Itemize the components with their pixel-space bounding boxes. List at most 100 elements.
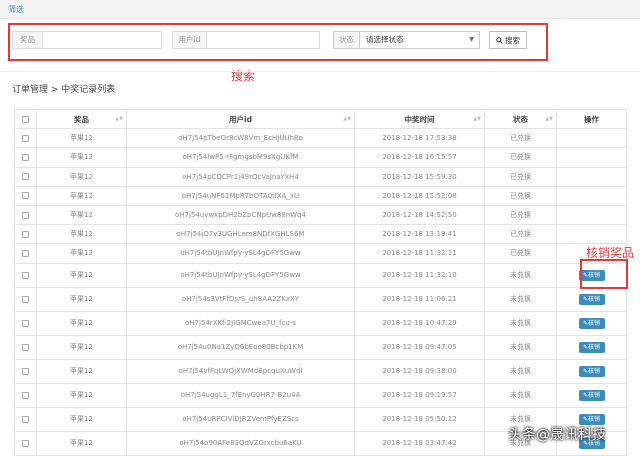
search-icon [496, 36, 503, 44]
table-row: 苹果12 oH7j54uNF61MpR7bOTA0tlXA_xU 2018-12-1… [14, 185, 627, 206]
time-cell: 2018-12-18 15:59:30 [354, 166, 485, 187]
row-select-cell[interactable] [14, 334, 37, 360]
prize-cell: 苹果12 [36, 185, 127, 206]
filter-panel: 奖品 用户id 状态 请选择状态 ▼ 搜索 [0, 19, 640, 71]
verify-button[interactable]: ✎核销 [578, 317, 605, 329]
action-cell: ✎核销 [556, 286, 627, 312]
user-id-cell: oH7j54vfFqLWQjXWMd8pcquXuWdl [126, 358, 355, 384]
row-select-cell[interactable] [14, 358, 37, 384]
verify-button[interactable]: ✎核销 [578, 341, 605, 353]
row-select-cell[interactable] [14, 128, 37, 149]
verify-button[interactable]: ✎核销 [578, 269, 605, 281]
prize-cell: 苹果12 [36, 224, 127, 245]
time-cell: 2018-12-18 11:32:11 [354, 243, 485, 264]
action-cell [556, 185, 627, 206]
verify-button[interactable]: ✎核销 [578, 365, 605, 377]
table-row: 苹果12 oH7j54rXKf-2JIGMCwea7U_fcu-s 2018-12-… [14, 310, 627, 336]
row-select-cell[interactable] [14, 262, 37, 288]
prize-label: 奖品 [13, 32, 43, 48]
row-checkbox[interactable] [22, 415, 29, 423]
action-cell [556, 128, 627, 149]
row-checkbox[interactable] [22, 271, 29, 279]
sort-icon: ▲▼ [343, 116, 351, 122]
time-cell: 2018-12-18 05:50:12 [354, 406, 485, 432]
row-checkbox[interactable] [22, 230, 29, 238]
prize-cell: 苹果12 [36, 166, 127, 187]
row-checkbox[interactable] [22, 153, 29, 161]
row-checkbox[interactable] [22, 391, 29, 399]
row-checkbox[interactable] [22, 295, 29, 303]
divider [0, 71, 640, 72]
records-table: 奖品 ▲▼ 用户id ▲▼ 中奖时间 ▲▼ 状态 ▲▼ 操作 苹果12 oH7j54pTb… [14, 108, 627, 456]
row-checkbox[interactable] [22, 319, 29, 327]
table-row: 苹果12 oH7j54tbUJnWfpy-ySL4gDFY5Gww 2018-12-… [14, 243, 627, 264]
user-id-input[interactable] [211, 32, 317, 48]
row-select-cell[interactable] [14, 166, 37, 187]
table-row: 苹果12 oH7j54vfFqLWQjXWMd8pcquXuWdl 2018-12-… [14, 358, 627, 384]
row-select-cell[interactable] [14, 406, 37, 432]
action-cell: ✎核销 [556, 262, 627, 288]
select-all-checkbox[interactable] [22, 116, 29, 124]
prize-cell: 苹果12 [36, 128, 127, 149]
header-select[interactable] [14, 108, 37, 130]
row-select-cell[interactable] [14, 147, 37, 168]
status-cell: 已兑换 [484, 224, 557, 245]
row-checkbox[interactable] [22, 343, 29, 351]
header-prize[interactable]: 奖品 ▲▼ [36, 108, 127, 130]
row-checkbox[interactable] [22, 173, 29, 181]
row-checkbox[interactable] [22, 249, 29, 257]
status-cell: 未兑换 [484, 286, 557, 312]
header-status[interactable]: 状态 ▲▼ [484, 108, 557, 130]
user-id-field[interactable]: 用户id [172, 31, 320, 49]
prize-field[interactable]: 奖品 [12, 31, 162, 49]
status-label: 状态 [334, 32, 360, 48]
table-row: 苹果12 oH7j54u0Na1ZyQ6bEoo80Bcbp1KM 2018-12-… [14, 334, 627, 360]
row-select-cell[interactable] [14, 185, 37, 206]
time-cell: 2018-12-18 09:19:57 [354, 382, 485, 408]
table-row: 苹果12 oH7j54s3VtFfDsrS_uhSAA2ZKxXY 2018-12-… [14, 286, 627, 312]
header-time[interactable]: 中奖时间 ▲▼ [354, 108, 485, 130]
verify-button[interactable]: ✎核销 [578, 293, 605, 305]
verify-button[interactable]: ✎核销 [578, 389, 605, 401]
status-select[interactable]: 状态 请选择状态 ▼ [333, 31, 480, 49]
user-id-cell: oH7j54lwP5-rFgmgsbM9sXgUKfM [126, 147, 355, 168]
table-row: 苹果12 oH7j54uvwkpDH2bZpCNpUw88nWq4 2018-12-… [14, 204, 627, 226]
row-select-cell[interactable] [14, 224, 37, 245]
table-header-row: 奖品 ▲▼ 用户id ▲▼ 中奖时间 ▲▼ 状态 ▲▼ 操作 [14, 108, 627, 130]
row-checkbox[interactable] [22, 439, 29, 447]
header-prize-label: 奖品 [74, 114, 89, 124]
header-user-id-label: 用户id [229, 114, 252, 124]
verify-button[interactable]: ✎核销 [578, 413, 605, 425]
search-button[interactable]: 搜索 [489, 31, 527, 49]
row-checkbox[interactable] [22, 134, 29, 142]
prize-cell: 苹果12 [36, 262, 127, 288]
prize-cell: 苹果12 [36, 334, 127, 360]
user-id-cell: oH7j54uNF61MpR7bOTA0tlXA_xU [126, 185, 355, 206]
chevron-down-icon: ▼ [469, 36, 474, 43]
prize-cell: 苹果12 [36, 310, 127, 336]
row-select-cell[interactable] [14, 310, 37, 336]
user-id-cell: oH7j54tbUJnWfpy-ySL4gDFY5Gww [126, 262, 355, 288]
records-table-container: 奖品 ▲▼ 用户id ▲▼ 中奖时间 ▲▼ 状态 ▲▼ 操作 苹果12 oH7j54pTb… [14, 108, 640, 456]
time-cell: 2018-12-18 11:06:21 [354, 286, 485, 312]
user-id-cell: oH7j54tbUJnWfpy-ySL4gDFY5Gww [126, 243, 355, 264]
table-row: 苹果12 oH7j54uggL1_7fEnyG0HR7-B2u4A 2018-12-… [14, 382, 627, 408]
header-user-id[interactable]: 用户id ▲▼ [126, 108, 355, 130]
action-cell: ✎核销 [556, 382, 627, 408]
row-checkbox[interactable] [22, 367, 29, 375]
prize-cell: 苹果12 [36, 430, 127, 456]
action-cell [556, 147, 627, 168]
row-select-cell[interactable] [14, 286, 37, 312]
user-id-cell: oH7j54uRPCIVlDJRZVemPfyEZScs [126, 406, 355, 432]
row-select-cell[interactable] [14, 243, 37, 264]
prize-input[interactable] [47, 32, 159, 48]
sort-icon: ▲▼ [545, 116, 553, 122]
row-select-cell[interactable] [14, 430, 37, 456]
user-id-cell: oH7j54uvwkpDH2bZpCNpUw88nWq4 [126, 204, 355, 226]
row-select-cell[interactable] [14, 382, 37, 408]
status-cell: 已兑换 [484, 147, 557, 168]
row-select-cell[interactable] [14, 204, 37, 226]
user-id-cell: oH7j54pCQCPr1j49rQcVaJnaYxH4 [126, 166, 355, 187]
row-checkbox[interactable] [22, 211, 29, 219]
row-checkbox[interactable] [22, 192, 29, 200]
